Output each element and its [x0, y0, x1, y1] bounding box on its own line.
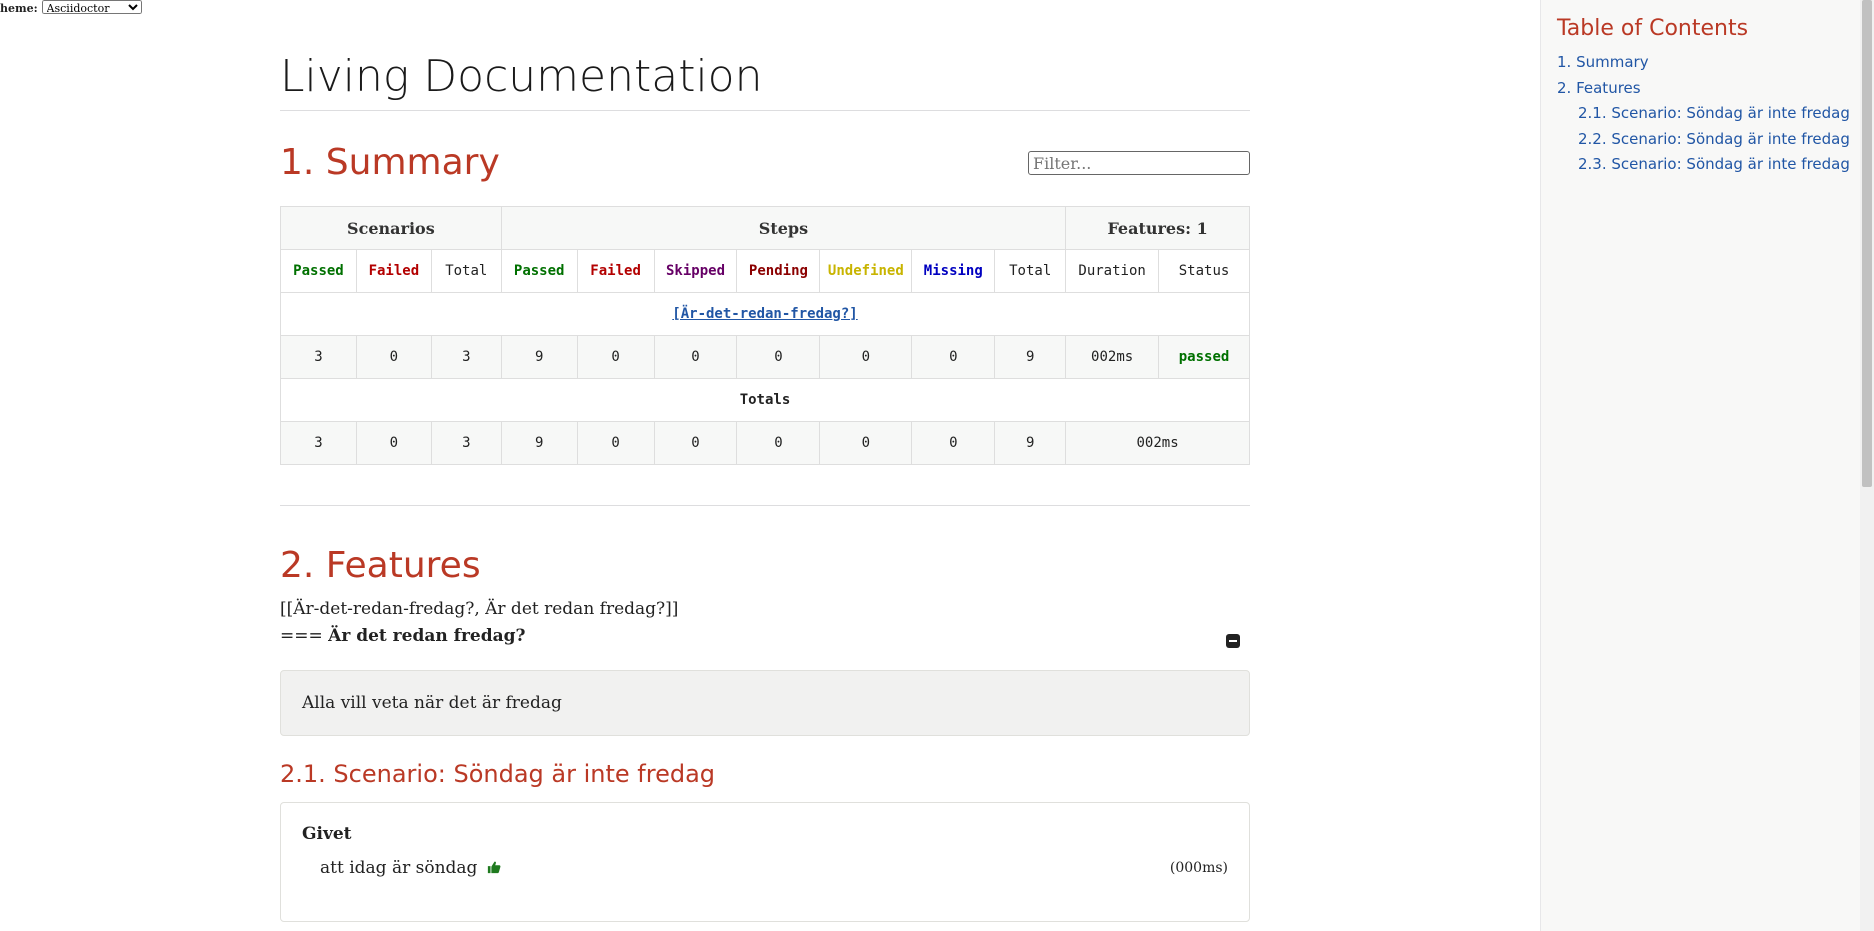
- col-scenarios-passed: Passed: [280, 249, 357, 293]
- col-steps-skipped: Skipped: [653, 249, 738, 293]
- step-text: att idag är söndag: [320, 858, 478, 878]
- scenario-box: Givet att idag är söndag (000ms): [280, 802, 1250, 922]
- features-count-header: Features: 1: [1065, 206, 1250, 250]
- feature-description: Alla vill veta när det är fredag: [280, 670, 1250, 736]
- cell-scenarios-total: 3: [430, 335, 502, 379]
- feature-link[interactable]: [Är-det-redan-fredag?]: [672, 306, 857, 322]
- totals-row: 3 0 3 9 0 0 0 0 0 9 002ms: [280, 421, 1250, 465]
- summary-table: Scenarios Steps Features: 1 Passed Faile…: [280, 206, 1250, 465]
- scrollbar[interactable]: [1860, 0, 1874, 931]
- summary-section-header: 1. Summary: [280, 141, 1250, 185]
- cell-scenarios-passed: 3: [280, 335, 357, 379]
- scenarios-group-header: Scenarios: [280, 206, 502, 250]
- cell-steps-pending: 0: [736, 335, 821, 379]
- feature-anchor-text: [[Är-det-redan-fredag?, Är det redan fre…: [280, 599, 679, 619]
- theme-switcher: heme: Asciidoctor: [0, 0, 142, 15]
- filter-input[interactable]: [1028, 151, 1250, 175]
- cell-steps-passed: 9: [500, 335, 578, 379]
- totals-label-row: Totals: [280, 378, 1250, 422]
- feature-title-line: === Är det redan fredag?: [280, 623, 1250, 650]
- col-duration: Duration: [1065, 249, 1160, 293]
- page-title: Living Documentation: [280, 50, 1250, 111]
- feature-link-cell: [Är-det-redan-fredag?]: [280, 292, 1250, 336]
- feature-header: [[Är-det-redan-fredag?, Är det redan fre…: [280, 596, 1250, 650]
- section-divider: [280, 505, 1250, 506]
- total-scenarios-total: 3: [430, 421, 502, 465]
- total-steps-failed: 0: [576, 421, 655, 465]
- toc-item-scenario-2[interactable]: 2.2. Scenario: Söndag är inte fredag: [1557, 127, 1860, 153]
- toc-item-scenario-3[interactable]: 2.3. Scenario: Söndag är inte fredag: [1557, 152, 1860, 178]
- total-scenarios-passed: 3: [280, 421, 357, 465]
- col-steps-undefined: Undefined: [819, 249, 913, 293]
- theme-label: heme:: [0, 2, 38, 15]
- totals-label: Totals: [280, 378, 1250, 422]
- step-keyword: Givet: [302, 824, 352, 844]
- col-steps-pending: Pending: [736, 249, 821, 293]
- cell-scenarios-failed: 0: [355, 335, 432, 379]
- toc-item-summary[interactable]: 1. Summary: [1557, 50, 1860, 76]
- cell-steps-total: 9: [994, 335, 1067, 379]
- scenario-heading: 2.1. Scenario: Söndag är inte fredag: [280, 760, 716, 788]
- col-status: Status: [1158, 249, 1250, 293]
- total-steps-skipped: 0: [653, 421, 738, 465]
- table-row: 3 0 3 9 0 0 0 0 0 9 002ms passed: [280, 335, 1250, 379]
- cell-steps-failed: 0: [576, 335, 655, 379]
- total-steps-total: 9: [994, 421, 1067, 465]
- total-steps-passed: 9: [500, 421, 578, 465]
- toc-title: Table of Contents: [1557, 16, 1749, 41]
- cell-steps-skipped: 0: [653, 335, 738, 379]
- cell-steps-missing: 0: [911, 335, 996, 379]
- scrollbar-thumb[interactable]: [1862, 0, 1872, 487]
- cell-steps-undefined: 0: [819, 335, 913, 379]
- column-header-row: Passed Failed Total Passed Failed Skippe…: [280, 249, 1250, 293]
- steps-group-header: Steps: [500, 206, 1067, 250]
- col-steps-total: Total: [994, 249, 1067, 293]
- feature-link-row: [Är-det-redan-fredag?]: [280, 292, 1250, 336]
- col-steps-passed: Passed: [500, 249, 578, 293]
- col-steps-failed: Failed: [576, 249, 655, 293]
- features-heading: 2. Features: [280, 545, 481, 586]
- col-scenarios-total: Total: [430, 249, 502, 293]
- feature-title: Är det redan fredag?: [328, 626, 526, 646]
- total-steps-missing: 0: [911, 421, 996, 465]
- theme-select[interactable]: Asciidoctor: [41, 0, 142, 14]
- collapse-minus-icon[interactable]: [1226, 634, 1240, 648]
- group-header-row: Scenarios Steps Features: 1: [280, 206, 1250, 250]
- toc-list: 1. Summary 2. Features 2.1. Scenario: Sö…: [1557, 50, 1860, 178]
- cell-duration: 002ms: [1065, 335, 1160, 379]
- step-duration: (000ms): [1169, 860, 1228, 876]
- feature-title-prefix: ===: [280, 626, 323, 646]
- total-steps-pending: 0: [736, 421, 821, 465]
- status-badge: passed: [1158, 335, 1250, 379]
- total-duration: 002ms: [1065, 421, 1250, 465]
- col-steps-missing: Missing: [911, 249, 996, 293]
- thumbs-up-icon: [487, 861, 501, 874]
- total-steps-undefined: 0: [819, 421, 913, 465]
- main-content: Living Documentation 1. Summary Scenario…: [280, 0, 1250, 922]
- step-line: att idag är söndag (000ms): [320, 857, 1228, 879]
- toc-sidebar: Table of Contents 1. Summary 2. Features…: [1540, 0, 1860, 931]
- total-scenarios-failed: 0: [355, 421, 432, 465]
- toc-item-features[interactable]: 2. Features: [1557, 76, 1860, 102]
- col-scenarios-failed: Failed: [355, 249, 432, 293]
- toc-item-scenario-1[interactable]: 2.1. Scenario: Söndag är inte fredag: [1557, 101, 1860, 127]
